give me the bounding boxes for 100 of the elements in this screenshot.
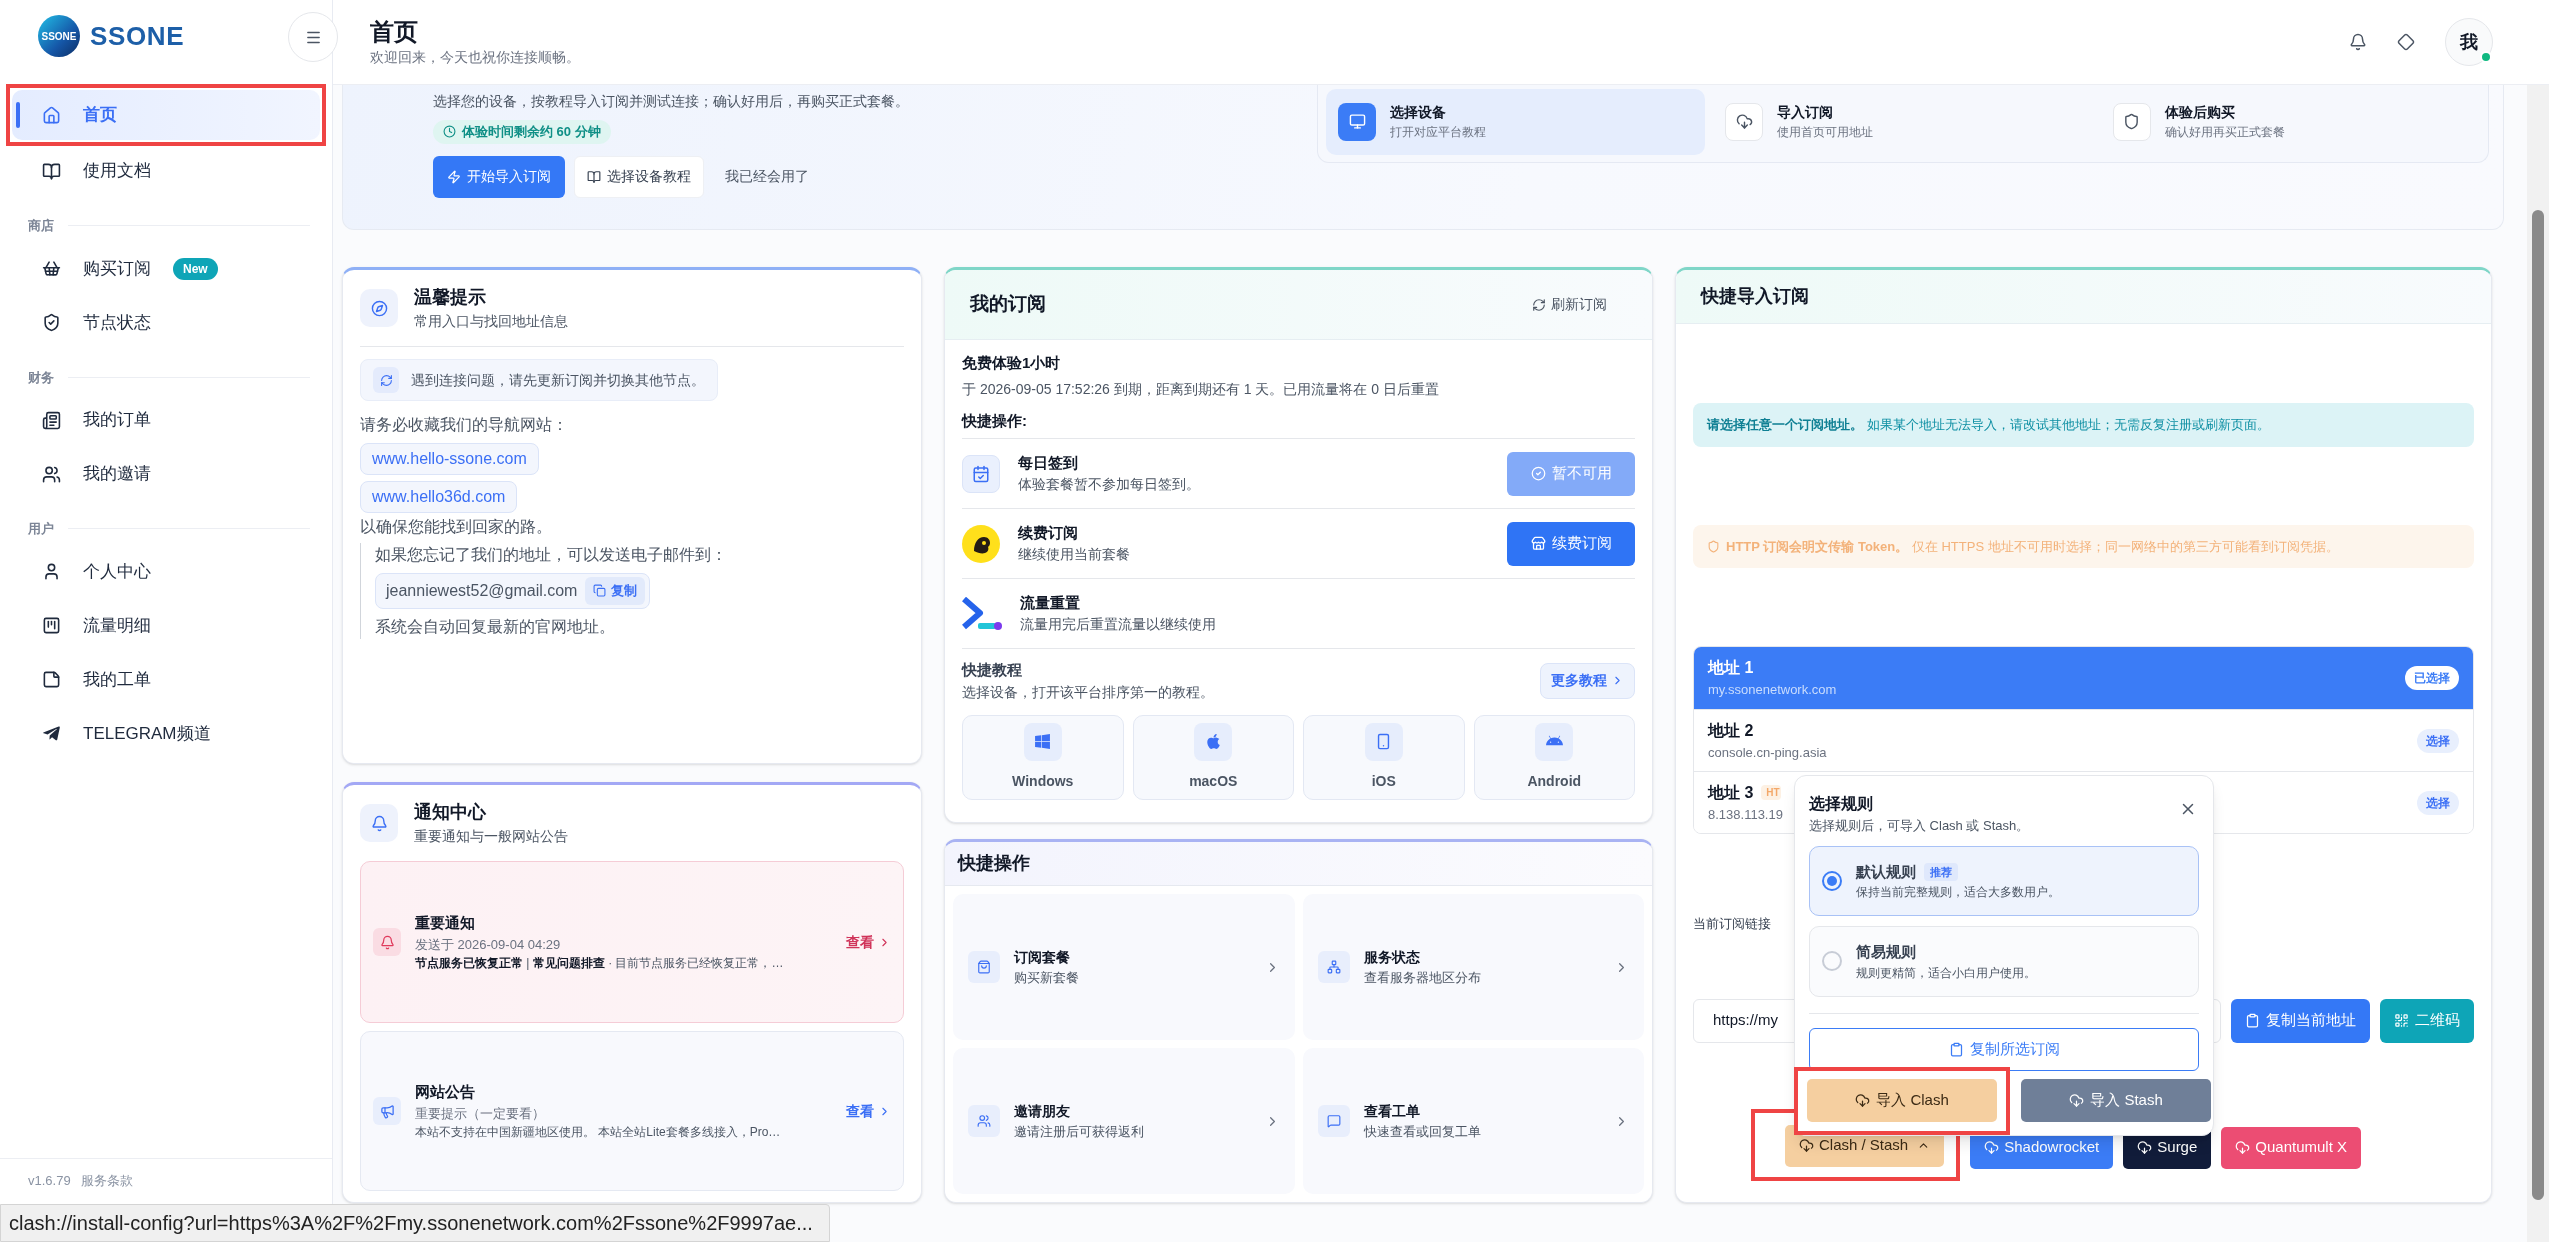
copy-address-button[interactable]: 复制当前地址 [2231, 998, 2370, 1043]
cloud-download-icon [1799, 1138, 1814, 1153]
sidebar-label: 购买订阅 [83, 257, 151, 280]
op-subtitle: 购买新套餐 [1014, 968, 1080, 987]
platform-tile[interactable]: Android [1473, 714, 1635, 800]
phone-icon [1364, 722, 1403, 761]
notice-summary: 本站不支持在中国新疆地区使用。 本站全站Lite套餐多线接入，Pro… [415, 1124, 782, 1141]
notice-title: 网站公告 [415, 1082, 476, 1102]
avatar[interactable]: 我 [2445, 18, 2493, 66]
tutorial-subtitle: 选择设备，打开该平台排序第一的教程。 [962, 682, 1215, 702]
quick-op-tile[interactable]: 服务状态 查看服务器地区分布 [1302, 894, 1644, 1040]
diamond-icon[interactable] [2397, 33, 2415, 51]
op-title: 邀请朋友 [1014, 1101, 1071, 1121]
sidebar-item[interactable]: TELEGRAM频道 [12, 708, 320, 759]
notice-item[interactable]: 重要通知 发送于 2026-09-04 04:29 节点服务已恢复正常 | 常见问题排查 · 目前节点服务已经恢复正常，… 查看 [360, 861, 904, 1023]
op-title: 订阅套餐 [1014, 947, 1071, 967]
logo-icon: SSONE [38, 15, 80, 57]
step-item[interactable]: 选择设备 打开对应平台教程 [1326, 88, 1706, 155]
protocol-tag: HT [1761, 785, 1781, 801]
lightning-icon [447, 169, 461, 184]
platform-tile[interactable]: Windows [962, 714, 1124, 800]
more-tutorials-button[interactable]: 更多教程 [1540, 662, 1635, 699]
book-icon [42, 161, 61, 181]
action-title: 每日签到 [1018, 452, 1079, 473]
sidebar-item[interactable]: 我的订单 [12, 395, 320, 445]
check-circle-icon [1530, 466, 1546, 481]
note-icon [42, 670, 61, 689]
message-icon [1317, 1105, 1350, 1137]
scrollbar[interactable] [2527, 85, 2549, 1242]
sidebar-item[interactable]: 个人中心 [12, 546, 320, 597]
action-button[interactable]: 续费订阅 [1507, 521, 1635, 566]
step-item[interactable]: 体验后购买 确认好用再买正式套餐 [2100, 88, 2480, 155]
refresh-icon [1532, 297, 1546, 312]
plan-name: 免费体验1小时 [962, 353, 1062, 373]
platform-tile[interactable]: iOS [1303, 714, 1465, 800]
bell-icon [373, 928, 401, 956]
quick-op-tile[interactable]: 订阅套餐 购买新套餐 [953, 894, 1295, 1040]
step-item[interactable]: 导入订阅 使用首页可用地址 [1713, 88, 2093, 155]
radio-button[interactable] [1822, 951, 1842, 972]
import-button[interactable]: 导入 Stash [2021, 1079, 2211, 1122]
sidebar-item[interactable]: 使用文档 [12, 146, 320, 196]
clipboard-icon [1948, 1041, 1964, 1057]
notice-title: 重要通知 [415, 913, 476, 933]
quick-op-tile[interactable]: 查看工单 快速查看或回复工单 [1302, 1048, 1644, 1194]
view-link[interactable]: 查看 [846, 931, 891, 953]
rule-option[interactable]: 默认规则 推荐 保持当前完整规则，适合大多数用户。 [1809, 845, 2199, 917]
sidebar-label: 使用文档 [83, 160, 151, 183]
select-badge[interactable]: 选择 [2417, 728, 2459, 753]
copy-selected-button[interactable]: 复制所选订阅 [1809, 1027, 2199, 1071]
platform-name: iOS [1371, 771, 1396, 791]
tutorial-button[interactable]: 选择设备教程 [574, 155, 704, 198]
recommended-badge: 推荐 [1924, 862, 1958, 882]
select-badge[interactable]: 选择 [2417, 790, 2459, 815]
step-title: 导入订阅 [1777, 103, 1835, 122]
info-text: 请选择任意一个订阅地址。 如果某个地址无法导入，请改试其他地址；无需反复注册或刷新页面。 [1707, 416, 2270, 435]
client-button[interactable]: Quantumult X [2221, 1126, 2362, 1169]
bell-icon [360, 804, 398, 842]
select-badge[interactable]: 已选择 [2405, 666, 2459, 690]
sidebar-item[interactable]: 购买订阅 New [12, 243, 320, 294]
address-name: 地址 1 [1708, 658, 1754, 679]
cloud-download-icon [1855, 1093, 1871, 1108]
site-link[interactable]: www.hello-ssone.com [360, 443, 539, 475]
view-link[interactable]: 查看 [846, 1100, 891, 1122]
action-title: 流量重置 [1020, 592, 1081, 613]
sidebar-item[interactable]: 节点状态 [12, 297, 320, 348]
popover-subtitle: 选择规则后，可导入 Clash 或 Stash。 [1809, 817, 2031, 835]
tutorial-title: 快捷教程 [962, 660, 1023, 680]
notification-icon[interactable] [2349, 33, 2367, 51]
option-description: 保持当前完整规则，适合大多数用户。 [1856, 884, 2060, 902]
rule-option[interactable]: 简易规则 规则更精简，适合小白用户使用。 [1809, 926, 2199, 997]
option-title: 默认规则 [1856, 861, 1916, 882]
action-subtitle: 体验套餐暂不参加每日签到。 [1018, 475, 1201, 495]
popover-title: 选择规则 [1809, 794, 1874, 814]
platform-tile[interactable]: macOS [1132, 714, 1294, 800]
address-host: my.ssonenetwork.com [1708, 681, 1837, 700]
sidebar-item[interactable]: 流量明细 [12, 600, 320, 651]
skip-link[interactable]: 我已经会用了 [713, 155, 821, 198]
sidebar-item[interactable]: 我的工单 [12, 654, 320, 705]
action-subtitle: 流量用完后重置流量以继续使用 [1020, 615, 1217, 635]
notice-item[interactable]: 网站公告 重要提示（一定要看） 本站不支持在中国新疆地区使用。 本站全站Lite套餐多线接入，Pro… 查看 [360, 1031, 904, 1191]
book-icon [587, 169, 601, 184]
home-icon [42, 105, 61, 125]
start-import-button[interactable]: 开始导入订阅 [433, 155, 565, 198]
compass-icon [360, 289, 398, 327]
radio-button[interactable] [1822, 870, 1842, 891]
refresh-button[interactable]: 刷新订阅 [1532, 294, 1607, 315]
sidebar-item[interactable]: 我的邀请 [12, 449, 320, 499]
banner-text: 选择您的设备，按教程导入订阅并测试连接；确认好用后，再购买正式套餐。 [433, 92, 909, 111]
import-button[interactable]: 导入 Clash [1807, 1079, 1997, 1122]
sidebar-label: 我的邀请 [83, 463, 151, 486]
sidebar-label: 我的工单 [83, 668, 151, 691]
site-link[interactable]: www.hello36d.com [360, 481, 518, 513]
address-host: console.cn-ping.asia [1708, 743, 1827, 762]
step-title: 体验后购买 [2164, 103, 2236, 122]
copy-button[interactable]: 复制 [585, 577, 646, 605]
cloud-download-icon [1984, 1140, 2000, 1155]
address-option[interactable]: 地址 1 my.ssonenetwork.com 已选择 [1694, 647, 2473, 709]
quick-op-tile[interactable]: 邀请朋友 邀请注册后可获得返利 [953, 1048, 1295, 1194]
section-label: 商店 [28, 217, 54, 235]
sidebar-item[interactable]: 首页 [12, 90, 320, 140]
